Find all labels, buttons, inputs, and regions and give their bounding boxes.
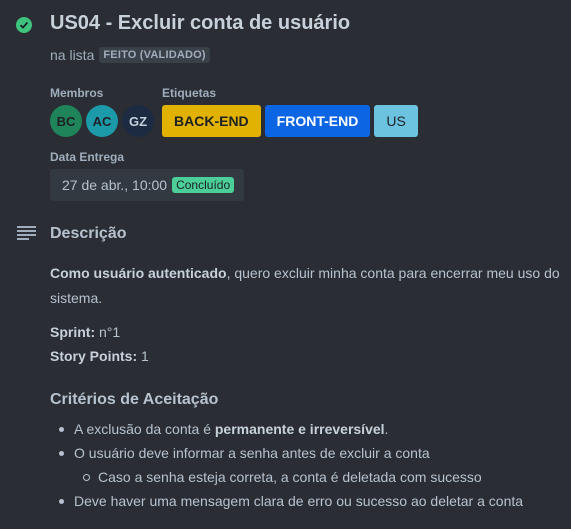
story-points-line: Story Points: 1 — [50, 344, 560, 369]
members-label: Membros — [50, 86, 104, 100]
description-icon — [17, 226, 36, 240]
list-item: O usuário deve informar a senha antes de… — [50, 441, 565, 465]
story-points-value: 1 — [137, 348, 149, 364]
due-date-button[interactable]: 27 de abr., 10:00 Concluído — [50, 169, 244, 201]
story-points-label: Story Points: — [50, 348, 138, 364]
avatar-gz[interactable]: GZ — [122, 105, 154, 137]
criteria-list: A exclusão da conta é permanente e irrev… — [50, 417, 565, 513]
sprint-label: Sprint: — [50, 324, 96, 340]
intro-bold: Como usuário autenticado — [50, 265, 227, 281]
list-info: na lista FEITO (VALIDADO) — [50, 47, 210, 63]
description-intro[interactable]: Como usuário autenticado, quero excluir … — [50, 261, 560, 311]
list-prefix: na lista — [50, 47, 95, 63]
labels-list: BACK-END FRONT-END US — [162, 105, 418, 137]
avatar-bc[interactable]: BC — [50, 105, 82, 137]
sprint-line: Sprint: n°1 — [50, 320, 560, 345]
list-name-badge[interactable]: FEITO (VALIDADO) — [99, 47, 210, 63]
card-title[interactable]: US04 - Excluir conta de usuário — [50, 12, 350, 35]
avatar-ac[interactable]: AC — [86, 105, 118, 137]
completed-check-icon[interactable] — [16, 17, 32, 33]
label-front-end[interactable]: FRONT-END — [264, 105, 371, 137]
due-status-badge: Concluído — [172, 177, 235, 193]
labels-label: Etiquetas — [162, 86, 217, 100]
due-date-label: Data Entrega — [50, 150, 125, 164]
list-item: Deve haver uma mensagem clara de erro ou… — [50, 489, 565, 513]
label-back-end[interactable]: BACK-END — [162, 105, 261, 137]
sprint-value: n°1 — [95, 324, 121, 340]
list-item: Caso a senha esteja correta, a conta é d… — [50, 465, 565, 489]
criteria-heading: Critérios de Aceitação — [50, 391, 219, 408]
due-date-value: 27 de abr., 10:00 — [62, 177, 168, 193]
description-heading: Descrição — [50, 225, 127, 242]
label-us[interactable]: US — [374, 105, 418, 137]
list-item: A exclusão da conta é permanente e irrev… — [50, 417, 565, 441]
members-list: BC AC GZ — [50, 105, 154, 137]
